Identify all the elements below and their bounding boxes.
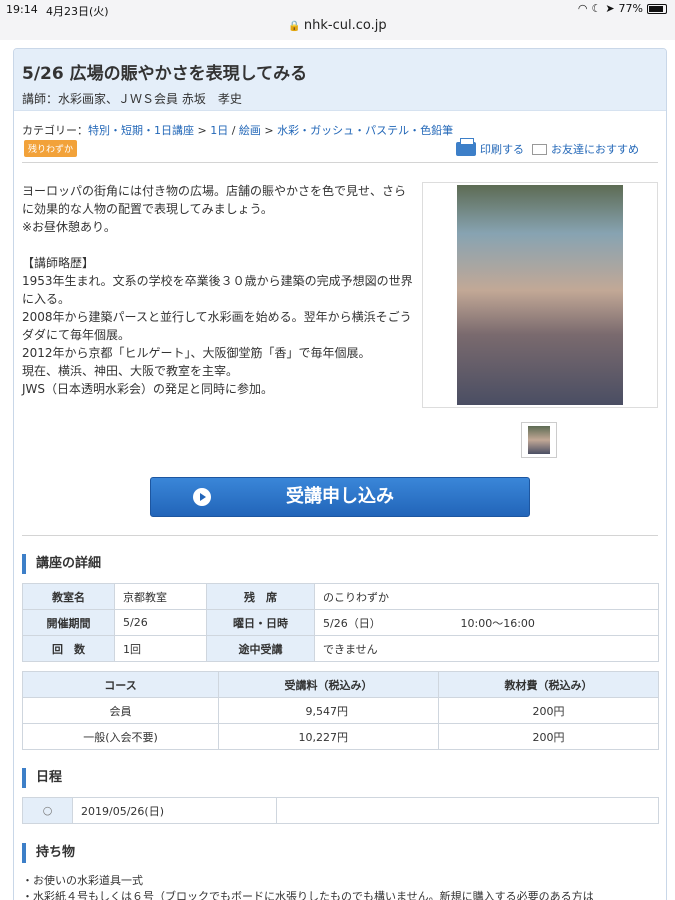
section-heading-details: 講座の詳細 <box>22 554 101 574</box>
list-item: ・水彩紙４号もしくは６号（ブロックでもボードに水張りしたものでも構いません。新規… <box>22 890 594 900</box>
bio-line: 1953年生まれ。文系の学校を卒業後３０歳から建築の完成予想図の世界に入る。 <box>22 274 413 306</box>
mail-icon <box>532 143 547 155</box>
section-heading-belongings: 持ち物 <box>22 843 75 863</box>
schedule-mark: ○ <box>22 797 73 824</box>
fee-material: 200円 <box>438 697 659 724</box>
details-key: 回 数 <box>22 635 115 662</box>
fees-table: コース 受講料（税込み） 教材費（税込み） 会員 9,547円 200円 一般(… <box>22 671 659 750</box>
details-value: 京都教室 <box>114 583 207 610</box>
table-header-row: コース 受講料（税込み） 教材費（税込み） <box>22 671 659 698</box>
share-link[interactable]: お友達におすすめ <box>532 141 639 157</box>
details-key: 残 席 <box>206 583 315 610</box>
location-icon: ➤ <box>605 2 615 15</box>
print-link[interactable]: 印刷する <box>456 138 524 157</box>
fee-material: 200円 <box>438 723 659 750</box>
apply-button-label: 受講申し込み <box>286 486 394 507</box>
details-key: 曜日・日時 <box>206 609 315 636</box>
column-header: コース <box>22 671 219 698</box>
wifi-icon: ◠ <box>577 2 588 15</box>
list-item: ・お使いの水彩道具一式 <box>22 874 143 887</box>
breadcrumb-link-oneday[interactable]: 1日 <box>210 124 228 137</box>
belongings-list: ・お使いの水彩道具一式 ・水彩紙４号もしくは６号（ブロックでもボードに水張りした… <box>22 873 594 900</box>
page-title: 5/26 広場の賑やかさを表現してみる <box>22 64 308 84</box>
schedule-date: 2019/05/26(日) <box>72 797 277 824</box>
fee-tuition: 10,227円 <box>218 723 439 750</box>
details-table: 教室名 京都教室 残 席 のこりわずか 開催期間 5/26 曜日・日時 5/26… <box>22 583 659 662</box>
lock-icon: 🔒 <box>288 21 301 32</box>
battery-icon <box>647 3 667 14</box>
course-image[interactable] <box>457 185 623 405</box>
fee-tuition: 9,547円 <box>218 697 439 724</box>
table-row: ○ 2019/05/26(日) <box>22 797 659 824</box>
apply-button[interactable]: 受講申し込み <box>150 477 530 517</box>
image-thumbnail[interactable] <box>521 422 557 458</box>
table-row: 会員 9,547円 200円 <box>22 697 659 724</box>
intro-note: ※お昼休憩あり。 <box>22 220 116 234</box>
details-value: 1回 <box>114 635 207 662</box>
intro-text: ヨーロッパの街角には付き物の広場。店舗の賑やかさを色で見せ、さらに効果的な人物の… <box>22 184 407 216</box>
breadcrumb: カテゴリー：特別・短期・1日講座 > 1日 / 絵画 > 水彩・ガッシュ・パステ… <box>22 124 454 137</box>
course-image-frame <box>422 182 658 408</box>
status-time: 19:14 <box>6 3 38 16</box>
details-key: 開催期間 <box>22 609 115 636</box>
details-key: 教室名 <box>22 583 115 610</box>
details-value: 5/26 <box>114 609 207 636</box>
breadcrumb-link-painting[interactable]: 絵画 <box>239 124 261 137</box>
lecturer-info: 講師：水彩画家、ＪＷＳ会員 赤坂 孝史 <box>22 92 242 106</box>
status-badge: 残りわずか <box>24 140 78 157</box>
breadcrumb-link-special[interactable]: 特別・短期・1日講座 <box>88 124 194 137</box>
status-date: 4月23日(火) <box>46 5 109 18</box>
schedule-table: ○ 2019/05/26(日) <box>22 797 659 824</box>
url-text: nhk-cul.co.jp <box>303 18 387 33</box>
address-bar[interactable]: 🔒 nhk-cul.co.jp <box>0 18 675 33</box>
table-row: 回 数 1回 途中受講 できません <box>22 635 659 662</box>
column-header: 教材費（税込み） <box>438 671 659 698</box>
course-card: 5/26 広場の賑やかさを表現してみる 講師：水彩画家、ＪＷＳ会員 赤坂 孝史 … <box>13 48 667 900</box>
breadcrumb-link-watercolor[interactable]: 水彩・ガッシュ・パステル・色鉛筆 <box>277 124 453 137</box>
bio-line: 2012年から京都「ヒルゲート」、大阪御堂筋「香」で毎年個展。 <box>22 346 371 360</box>
share-label: お友達におすすめ <box>551 143 639 156</box>
schedule-empty <box>276 797 659 824</box>
fee-course: 会員 <box>22 697 219 724</box>
play-circle-icon <box>193 488 211 506</box>
details-key: 途中受講 <box>206 635 315 662</box>
details-value: できません <box>314 635 659 662</box>
course-header: 5/26 広場の賑やかさを表現してみる 講師：水彩画家、ＪＷＳ会員 赤坂 孝史 <box>14 49 666 111</box>
divider <box>22 162 658 163</box>
thumbnail-image <box>528 426 550 454</box>
details-value: 5/26（日） <box>314 609 453 636</box>
bio-heading: 【講師略歴】 <box>22 256 95 270</box>
status-bar: 19:14 4月23日(火) ◠ ☾ ➤ 77% 🔒 nhk-cul.co.jp <box>0 0 675 40</box>
divider <box>22 535 658 536</box>
breadcrumb-label: カテゴリー： <box>22 124 88 137</box>
details-value: のこりわずか <box>314 583 659 610</box>
bio-line: JWS（日本透明水彩会）の発足と同時に参加。 <box>22 382 274 396</box>
course-description: ヨーロッパの街角には付き物の広場。店舗の賑やかさを色で見せ、さらに効果的な人物の… <box>22 182 414 398</box>
details-time: 10:00〜16:00 <box>452 609 659 636</box>
bio-line: 2008年から建築パースと並行して水彩画を始める。翌年から横浜そごうダダにて毎年… <box>22 310 412 342</box>
table-row: 教室名 京都教室 残 席 のこりわずか <box>22 583 659 610</box>
printer-icon <box>456 138 476 156</box>
status-indicators: ◠ ☾ ➤ 77% <box>578 2 667 15</box>
section-heading-schedule: 日程 <box>22 768 62 788</box>
print-label: 印刷する <box>480 143 524 156</box>
battery-percent: 77% <box>618 2 643 15</box>
column-header: 受講料（税込み） <box>218 671 439 698</box>
table-row: 一般(入会不要) 10,227円 200円 <box>22 723 659 750</box>
bio-line: 現在、横浜、神田、大阪で教室を主宰。 <box>22 364 239 378</box>
moon-icon: ☾ <box>591 2 602 15</box>
fee-course: 一般(入会不要) <box>22 723 219 750</box>
table-row: 開催期間 5/26 曜日・日時 5/26（日） 10:00〜16:00 <box>22 609 659 636</box>
